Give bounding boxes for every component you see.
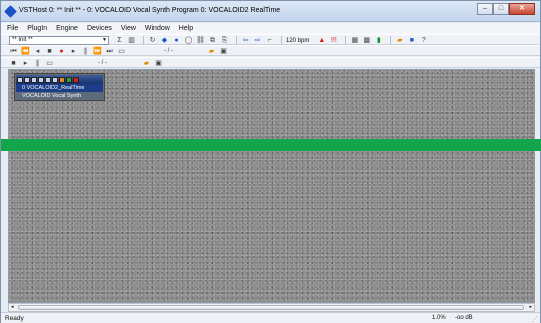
plugin-window[interactable]: 0 VOCALOID2_RealTime VOCALOID Vocal Synt… [14, 73, 105, 101]
scroll-left-icon[interactable]: ◂ [11, 304, 14, 311]
levels-icon[interactable]: ▮ [374, 36, 383, 45]
menu-devices[interactable]: Devices [87, 23, 112, 34]
open-file-icon[interactable]: ▰ [142, 59, 151, 68]
vsthost-window: VSTHost 0: ** Init ** - 0: VOCALOID Voca… [0, 0, 541, 323]
rewind-icon[interactable]: ⏪ [21, 47, 30, 56]
window-title: VSTHost 0: ** Init ** - 0: VOCALOID Voca… [19, 7, 281, 14]
forward-end-icon[interactable]: ⏭ [105, 47, 114, 56]
play-icon[interactable]: ▸ [69, 47, 78, 56]
chart-icon[interactable]: ▥ [127, 36, 136, 45]
toolbar-separator [345, 36, 347, 45]
menu-bar: File PlugIn Engine Devices View Window H… [1, 23, 540, 34]
plugin-button[interactable] [17, 76, 23, 83]
circle-icon[interactable]: ◯ [184, 36, 193, 45]
play-icon[interactable]: ▸ [21, 59, 30, 68]
plugin-button[interactable] [24, 76, 30, 83]
main-toolbar: ** Init ** ▼ Σ ▥ ↻ ◆ ● ◯ ⛓ ⧉ ⎘ ⇦ ⇨ ⌐ 120… [1, 34, 540, 45]
menu-engine[interactable]: Engine [56, 23, 78, 34]
maximize-button[interactable]: □ [493, 3, 509, 15]
scroll-right-icon[interactable]: ▸ [529, 304, 532, 311]
chevron-down-icon: ▼ [102, 37, 107, 43]
recorder-controls: ■ ▸ ∥ ▭ [9, 59, 57, 68]
recorder-file-buttons: ▰ ▣ [142, 59, 166, 68]
fast-forward-icon[interactable]: ⏩ [93, 47, 102, 56]
record-icon[interactable]: ● [57, 47, 66, 56]
stop-icon[interactable]: ■ [45, 47, 54, 56]
loop-box-icon[interactable]: ▭ [45, 59, 54, 68]
title-bar[interactable]: VSTHost 0: ** Init ** - 0: VOCALOID Voca… [1, 1, 540, 22]
green-overlay-bar [1, 139, 541, 151]
toolbar-separator [390, 36, 392, 45]
toolbar-separator [236, 36, 237, 45]
toolbar-separator [281, 36, 282, 45]
menu-window[interactable]: Window [145, 23, 170, 34]
plugin-program-strip[interactable]: 0 VOCALOID2_RealTime [16, 84, 103, 92]
menu-plugin[interactable]: PlugIn [27, 23, 47, 34]
minimize-button[interactable]: – [477, 3, 493, 15]
bpm-display[interactable]: 120 bpm [286, 38, 309, 44]
plugin-button[interactable] [52, 76, 58, 83]
info-icon[interactable]: ● [172, 36, 181, 45]
paste-icon[interactable]: ⎘ [220, 36, 229, 45]
player-position: - / - [164, 48, 173, 54]
menu-file[interactable]: File [7, 23, 18, 34]
plugin-name[interactable]: VOCALOID Vocal Synth [16, 92, 103, 100]
copy-icon[interactable]: ⧉ [208, 36, 217, 45]
help-icon[interactable]: ? [419, 36, 428, 45]
step-back-icon[interactable]: ◂ [33, 47, 42, 56]
close-button[interactable]: ✕ [509, 3, 535, 15]
open-file-icon[interactable]: ▰ [207, 47, 216, 56]
horizontal-scrollbar[interactable]: ◂ ▸ [8, 303, 535, 312]
chain-icon[interactable]: ⛓ [196, 36, 205, 45]
record-file-icon[interactable]: ▣ [154, 59, 163, 68]
main-toolbar-buttons: Σ ▥ ↻ ◆ ● ◯ ⛓ ⧉ ⎘ ⇦ ⇨ ⌐ 120 bpm ▲ !!! ▦ … [115, 36, 431, 45]
recorder-toolbar: ■ ▸ ∥ ▭ - / - ▰ ▣ [1, 57, 540, 68]
player-file-buttons: ▰ ▣ [207, 47, 231, 56]
mixer-icon[interactable]: ▩ [362, 36, 371, 45]
keyboard-icon[interactable]: ▦ [350, 36, 359, 45]
status-bar: Ready 1.0% -oo dB ⋰ [1, 312, 540, 323]
plugin-button[interactable] [38, 76, 44, 83]
cpu-load: 1.0% [432, 315, 446, 321]
rewind-start-icon[interactable]: ⏮ [9, 47, 18, 56]
window-controls: – □ ✕ [477, 3, 535, 15]
scroll-thumb[interactable] [18, 305, 524, 310]
plugin-button[interactable] [31, 76, 37, 83]
diamond-icon[interactable]: ◆ [160, 36, 169, 45]
status-text: Ready [5, 315, 24, 322]
midi-panic-icon[interactable]: !!! [329, 36, 338, 45]
plugin-active-button[interactable] [66, 76, 72, 83]
program-combo[interactable]: ** Init ** ▼ [9, 36, 109, 45]
plugin-toolbar [16, 75, 103, 84]
pause-icon[interactable]: ∥ [81, 47, 90, 56]
metronome-icon[interactable]: ▲ [317, 36, 326, 45]
plugin-workspace[interactable] [8, 69, 535, 303]
pause-icon[interactable]: ∥ [33, 59, 42, 68]
loop-icon[interactable]: ↻ [148, 36, 157, 45]
back-arrow-icon[interactable]: ⇦ [241, 36, 250, 45]
save-file-icon[interactable]: ▣ [219, 47, 228, 56]
menu-view[interactable]: View [121, 23, 136, 34]
program-combo-value: ** Init ** [12, 37, 33, 43]
recorder-position: - / - [98, 60, 107, 66]
loop-box-icon[interactable]: ▭ [117, 47, 126, 56]
menu-help[interactable]: Help [179, 23, 193, 34]
player-controls: ⏮ ⏪ ◂ ■ ● ▸ ∥ ⏩ ⏭ ▭ [9, 47, 129, 56]
cut-icon[interactable]: ⌐ [265, 36, 274, 45]
resize-grip-icon[interactable]: ⋰ [532, 316, 538, 323]
app-icon [4, 5, 17, 18]
open-folder-icon[interactable]: ▰ [395, 36, 404, 45]
player-toolbar: ⏮ ⏪ ◂ ■ ● ▸ ∥ ⏩ ⏭ ▭ - / - ▰ ▣ [1, 45, 540, 56]
sigma-icon[interactable]: Σ [115, 36, 124, 45]
stop-icon[interactable]: ■ [9, 59, 18, 68]
forward-arrow-icon[interactable]: ⇨ [253, 36, 262, 45]
plugin-edit-button[interactable] [59, 76, 65, 83]
output-level: -oo dB [455, 315, 473, 321]
plugin-button[interactable] [45, 76, 51, 83]
save-icon[interactable]: ■ [407, 36, 416, 45]
plugin-close-button[interactable] [73, 76, 79, 83]
toolbar-separator [143, 36, 144, 45]
